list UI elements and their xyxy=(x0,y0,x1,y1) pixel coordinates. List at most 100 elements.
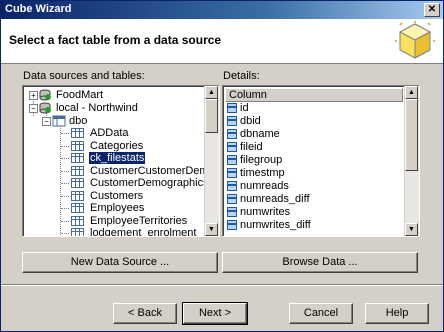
column-name: dbid xyxy=(240,115,261,127)
wizard-header: Select a fact table from a data source xyxy=(1,19,443,64)
table-icon xyxy=(71,203,84,213)
tree-scrollbar[interactable]: ▲ ▼ xyxy=(204,86,219,236)
table-icon xyxy=(71,228,84,236)
tree-line xyxy=(61,183,69,184)
tree-label: Data sources and tables: xyxy=(23,70,145,82)
tree-item-label: dbo xyxy=(69,115,88,127)
window-title: Cube Wizard xyxy=(5,3,72,15)
tree-item-label: ADData xyxy=(90,127,129,139)
title-bar[interactable]: Cube Wizard ✕ xyxy=(1,1,443,19)
column-name: id xyxy=(240,102,249,114)
new-data-source-button[interactable]: New Data Source ... xyxy=(22,252,218,273)
scroll-up-button[interactable]: ▲ xyxy=(405,86,418,99)
column-name: timestmp xyxy=(240,167,285,179)
cancel-button[interactable]: Cancel xyxy=(289,303,353,324)
scroll-up-button[interactable]: ▲ xyxy=(205,86,218,99)
column-icon xyxy=(227,194,237,204)
table-icon xyxy=(71,216,84,226)
arrow-up-icon: ▲ xyxy=(208,89,215,96)
tree-item-table[interactable]: ADData xyxy=(71,127,211,139)
tree-item-foodmart[interactable]: + FoodMart xyxy=(29,89,209,101)
table-icon xyxy=(71,128,84,138)
column-name: numwrites_diff xyxy=(240,219,311,231)
tree-item-table[interactable]: Employees xyxy=(71,202,211,214)
tree-line xyxy=(61,158,69,159)
column-icon xyxy=(227,220,237,230)
arrow-down-icon: ▼ xyxy=(208,226,215,233)
tree-line xyxy=(61,196,69,197)
tree-line xyxy=(61,171,69,172)
scroll-thumb[interactable] xyxy=(205,99,218,133)
tree-item-label: CustomerDemographics xyxy=(90,177,209,189)
collapse-icon[interactable]: − xyxy=(42,117,51,126)
column-name: filegroup xyxy=(240,154,283,166)
arrow-up-icon: ▲ xyxy=(408,89,415,96)
scroll-down-button[interactable]: ▼ xyxy=(205,223,218,236)
column-name: numreads_diff xyxy=(240,193,310,205)
tree-item-table-selected[interactable]: ck_filestats xyxy=(71,151,211,165)
tree-item-table[interactable]: lodgement_enrolment xyxy=(71,227,211,237)
tree-item-local-northwind[interactable]: − local - Northwind xyxy=(29,102,209,114)
tree-item-dbo[interactable]: − dbo xyxy=(42,115,212,127)
tree-item-label: local - Northwind xyxy=(56,102,138,114)
tree-item-table[interactable]: CustomerDemographics xyxy=(71,177,211,189)
tree-line xyxy=(61,221,69,222)
tree-item-label: CustomerCustomerDemo xyxy=(90,165,215,177)
database-icon xyxy=(39,102,51,114)
tree-item-label: lodgement_enrolment xyxy=(90,227,197,237)
table-icon xyxy=(71,141,84,151)
column-name: numwrites xyxy=(240,206,291,218)
database-icon xyxy=(39,89,51,101)
column-icon xyxy=(227,129,237,139)
table-icon xyxy=(71,178,84,188)
browse-data-button[interactable]: Browse Data ... xyxy=(222,252,418,273)
tree-line xyxy=(61,208,69,209)
scroll-down-button[interactable]: ▼ xyxy=(405,223,418,236)
tree-item-label: Categories xyxy=(90,140,144,152)
schema-icon xyxy=(52,115,66,127)
table-icon xyxy=(71,153,84,163)
details-scrollbar[interactable]: ▲ ▼ xyxy=(404,86,419,236)
tree-item-label: FoodMart xyxy=(56,89,104,101)
tree-item-table[interactable]: EmployeeTerritories xyxy=(71,215,211,227)
column-icon xyxy=(227,207,237,217)
close-icon: ✕ xyxy=(427,4,437,15)
close-button[interactable]: ✕ xyxy=(424,3,440,17)
tree-line xyxy=(61,133,69,134)
column-icon xyxy=(227,181,237,191)
data-source-tree[interactable]: + FoodMart − local - Northwind − dbo ADD… xyxy=(22,85,220,237)
tree-line xyxy=(61,146,69,147)
column-icon xyxy=(227,168,237,178)
scroll-thumb[interactable] xyxy=(405,99,418,171)
table-icon xyxy=(71,191,84,201)
details-column-list[interactable]: Column id dbid dbname fileid filegroup t… xyxy=(222,85,420,237)
tree-item-label: Customers xyxy=(90,190,144,202)
tree-item-label: EmployeeTerritories xyxy=(90,215,188,227)
cube-wizard-window: Cube Wizard ✕ Select a fact table from a… xyxy=(0,0,444,332)
column-name: numreads xyxy=(240,180,289,192)
back-button[interactable]: < Back xyxy=(113,303,177,324)
tree-line xyxy=(60,119,61,236)
tree-item-table[interactable]: Categories xyxy=(71,140,211,152)
help-button[interactable]: Help xyxy=(365,303,429,324)
column-icon xyxy=(227,142,237,152)
column-name: fileid xyxy=(240,141,263,153)
column-icon xyxy=(227,155,237,165)
column-icon xyxy=(227,116,237,126)
column-header[interactable]: Column xyxy=(225,88,403,102)
tree-item-label: Employees xyxy=(90,202,145,214)
tree-item-label: ck_filestats xyxy=(87,151,147,165)
tree-line xyxy=(61,233,69,234)
details-label: Details: xyxy=(223,70,260,82)
column-icon xyxy=(227,103,237,113)
separator xyxy=(1,285,443,286)
arrow-down-icon: ▼ xyxy=(408,226,415,233)
table-icon xyxy=(71,166,84,176)
expand-icon[interactable]: + xyxy=(29,91,38,100)
collapse-icon[interactable]: − xyxy=(29,104,38,113)
next-button[interactable]: Next > xyxy=(182,302,248,325)
cube-wizard-icon xyxy=(395,21,435,59)
tree-item-table[interactable]: Customers xyxy=(71,190,211,202)
page-heading: Select a fact table from a data source xyxy=(9,33,222,47)
tree-item-table[interactable]: CustomerCustomerDemo xyxy=(71,165,215,177)
